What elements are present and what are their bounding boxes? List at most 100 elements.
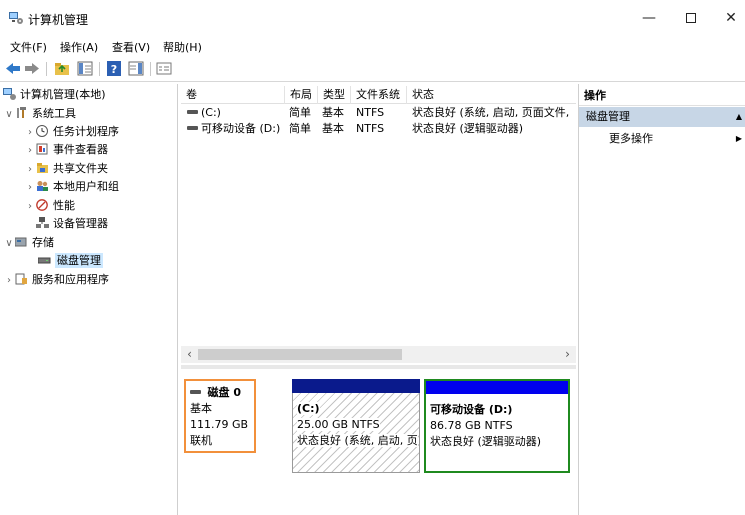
tree-label: 存储 (32, 236, 54, 249)
layout-cell: 简单 (289, 106, 311, 119)
disk-name: 磁盘 0 (207, 386, 241, 399)
chevron-right-icon[interactable]: › (24, 124, 36, 142)
pane-splitter[interactable] (181, 365, 576, 369)
scroll-right-icon[interactable]: › (559, 346, 576, 363)
computer-management-icon (3, 88, 16, 100)
disk-graphical-view: 磁盘 0 基本 111.79 GB 联机 (C:) 25.00 GB NTFS … (181, 373, 576, 515)
tree-label: 事件查看器 (53, 143, 108, 156)
actions-section-disk-management[interactable]: 磁盘管理 ▲ (579, 107, 745, 127)
tree-item-event-viewer[interactable]: › 事件查看器 (24, 141, 108, 159)
help-icon[interactable]: ? (105, 60, 123, 77)
tree-item-local-users[interactable]: › 本地用户和组 (24, 178, 119, 196)
close-button[interactable]: ✕ (708, 4, 745, 32)
menu-bar: 文件(F) 操作(A) 查看(V) 帮助(H) (0, 36, 745, 56)
partition-status: 状态良好 (逻辑驱动器) (430, 435, 542, 448)
table-row[interactable]: (C:) 简单 基本 NTFS 状态良好 (系统, 启动, 页面文件, (181, 105, 576, 121)
disk-management-pane: 卷 布局 类型 文件系统 状态 (C:) 简单 基本 NTFS 状态良好 (系统… (181, 84, 576, 515)
filesystem-cell: NTFS (356, 122, 385, 135)
show-hide-console-tree-icon[interactable] (76, 60, 94, 77)
volume-list-header: 卷 布局 类型 文件系统 状态 (181, 86, 576, 104)
volume-name: 可移动设备 (D:) (201, 122, 281, 135)
column-type[interactable]: 类型 (318, 86, 351, 104)
chevron-down-icon[interactable]: ∨ (3, 235, 15, 253)
tree-label: 磁盘管理 (55, 253, 103, 268)
partition-bar (426, 381, 568, 394)
menu-help[interactable]: 帮助(H) (163, 39, 202, 55)
status-cell: 状态良好 (逻辑驱动器) (412, 122, 524, 135)
layout-cell: 简单 (289, 122, 311, 135)
title-bar: 计算机管理 — ✕ (0, 0, 745, 36)
show-hide-action-pane-icon[interactable] (127, 60, 145, 77)
partition-d[interactable]: 可移动设备 (D:) 86.78 GB NTFS 状态良好 (逻辑驱动器) (424, 379, 570, 473)
type-cell: 基本 (322, 122, 344, 135)
disk-kind: 基本 (190, 402, 212, 415)
device-manager-icon (36, 217, 49, 228)
volume-icon (187, 110, 198, 114)
up-folder-icon[interactable] (53, 60, 71, 77)
disk-0-label[interactable]: 磁盘 0 基本 111.79 GB 联机 (184, 379, 256, 453)
window-title: 计算机管理 (28, 13, 89, 27)
tree-label: 服务和应用程序 (32, 273, 109, 286)
tree-label: 计算机管理(本地) (20, 88, 106, 101)
scrollbar-thumb[interactable] (198, 349, 402, 360)
horizontal-scrollbar[interactable]: ‹ › (181, 346, 576, 363)
partition-size: 86.78 GB NTFS (430, 419, 513, 432)
tree-item-device-manager[interactable]: 设备管理器 (36, 215, 108, 233)
column-volume[interactable]: 卷 (181, 86, 285, 104)
tree-item-root[interactable]: 计算机管理(本地) (3, 86, 106, 104)
more-actions-item[interactable]: 更多操作 ▶ (579, 130, 745, 148)
tree-label: 设备管理器 (53, 217, 108, 230)
actions-pane: 操作 磁盘管理 ▲ 更多操作 ▶ (578, 84, 745, 515)
svg-text:?: ? (111, 63, 117, 76)
users-icon (37, 181, 48, 191)
chevron-right-icon[interactable]: › (24, 142, 36, 160)
back-arrow-icon[interactable] (4, 60, 22, 77)
chevron-right-icon[interactable]: › (24, 179, 36, 197)
tree-item-task-scheduler[interactable]: › 任务计划程序 (24, 123, 119, 141)
tree-label: 本地用户和组 (53, 180, 119, 193)
chevron-down-icon[interactable]: ∨ (3, 106, 15, 124)
tree-label: 共享文件夹 (53, 162, 108, 175)
column-layout[interactable]: 布局 (285, 86, 318, 104)
disk-size: 111.79 GB (190, 418, 249, 431)
volume-icon (187, 126, 198, 130)
more-actions-label: 更多操作 (609, 132, 653, 145)
menu-action[interactable]: 操作(A) (60, 39, 98, 55)
partition-label: (C:) (297, 402, 320, 415)
properties-icon[interactable] (155, 60, 173, 77)
toolbar: ? (0, 56, 745, 82)
tree-label: 性能 (53, 199, 75, 212)
partition-status: 状态良好 (系统, 启动, 页 (297, 434, 418, 447)
section-label: 磁盘管理 (586, 110, 630, 123)
computer-management-icon (9, 12, 23, 24)
table-row[interactable]: 可移动设备 (D:) 简单 基本 NTFS 状态良好 (逻辑驱动器) (181, 121, 576, 137)
scroll-left-icon[interactable]: ‹ (181, 346, 198, 363)
column-status[interactable]: 状态 (407, 86, 576, 104)
storage-icon (15, 237, 27, 247)
tree-item-disk-management[interactable]: 磁盘管理 (38, 252, 103, 270)
type-cell: 基本 (322, 106, 344, 119)
column-filesystem[interactable]: 文件系统 (351, 86, 407, 104)
chevron-right-icon[interactable]: › (24, 161, 36, 179)
collapse-up-icon[interactable]: ▲ (736, 107, 742, 127)
tree-item-shared-folders[interactable]: › 共享文件夹 (24, 160, 108, 178)
menu-view[interactable]: 查看(V) (112, 39, 150, 55)
disk-state: 联机 (190, 434, 212, 447)
status-cell: 状态良好 (系统, 启动, 页面文件, (412, 106, 570, 119)
partition-label: 可移动设备 (D:) (430, 403, 513, 416)
minimize-button[interactable]: — (626, 4, 672, 32)
tree-item-storage[interactable]: ∨ 存储 (3, 234, 54, 252)
menu-file[interactable]: 文件(F) (10, 39, 47, 55)
partition-bar (292, 379, 420, 393)
partition-c[interactable]: (C:) 25.00 GB NTFS 状态良好 (系统, 启动, 页 (292, 379, 420, 473)
forward-arrow-icon[interactable] (23, 60, 41, 77)
tree-item-system-tools[interactable]: ∨ 系统工具 (3, 105, 76, 123)
services-icon (15, 273, 27, 285)
tree-label: 任务计划程序 (53, 125, 119, 138)
shared-folder-icon (37, 163, 48, 173)
tree-item-services-apps[interactable]: › 服务和应用程序 (3, 271, 109, 289)
volume-name: (C:) (201, 106, 221, 119)
chevron-right-icon[interactable]: › (3, 272, 15, 290)
chevron-right-icon[interactable]: › (24, 198, 36, 216)
tree-item-performance[interactable]: › 性能 (24, 197, 75, 215)
